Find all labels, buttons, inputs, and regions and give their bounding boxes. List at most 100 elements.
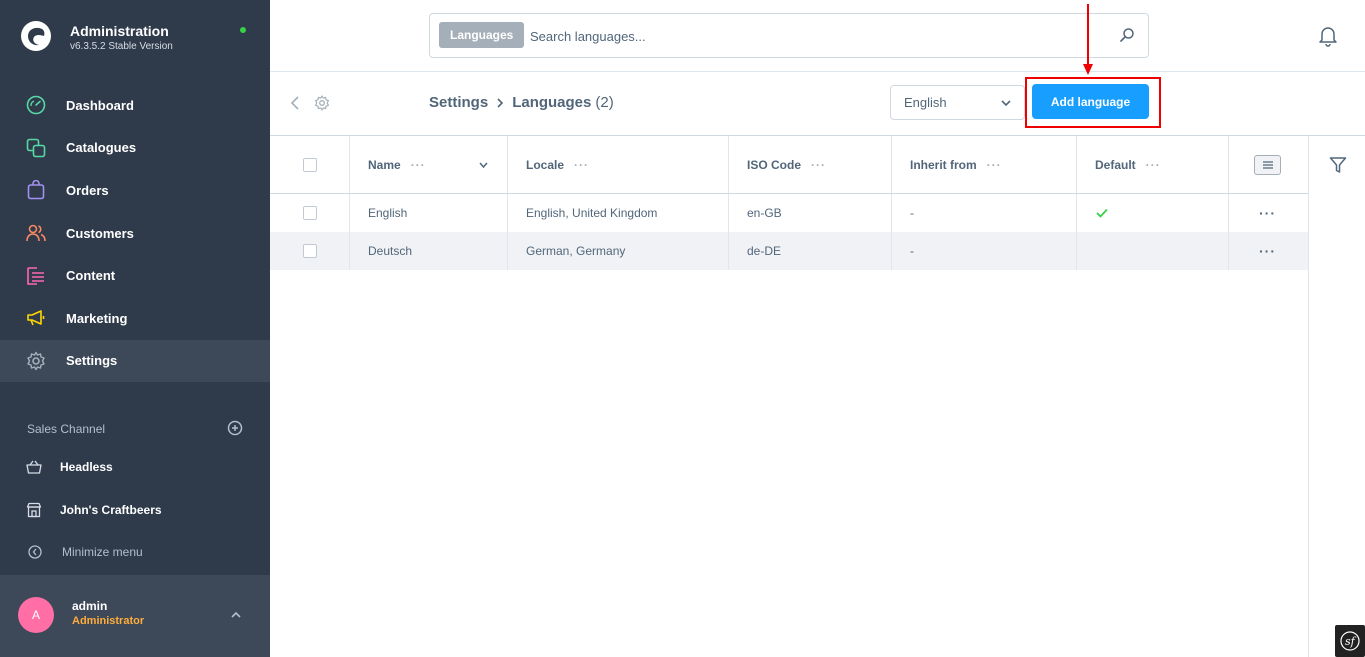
top-bar: Languages: [270, 0, 1365, 72]
breadcrumb-parent[interactable]: Settings: [429, 94, 488, 111]
sidebar-item-customers[interactable]: Customers: [0, 212, 270, 255]
add-language-button[interactable]: Add language: [1032, 84, 1149, 119]
sidebar-item-content[interactable]: Content: [0, 254, 270, 297]
svg-text:sf: sf: [1345, 635, 1357, 648]
sales-channel-label: John's Craftbeers: [60, 503, 162, 517]
shopping-bag-icon: [26, 180, 46, 200]
cog-icon[interactable]: [314, 95, 330, 111]
products-icon: [26, 138, 46, 158]
sidebar-item-dashboard[interactable]: Dashboard: [0, 84, 270, 127]
sidebar-item-settings[interactable]: Settings: [0, 339, 270, 383]
sales-channel-item-headless[interactable]: Headless: [26, 457, 113, 477]
bell-icon[interactable]: [1318, 25, 1338, 47]
search-type-tag[interactable]: Languages: [439, 22, 525, 48]
sidebar-item-label: Marketing: [66, 310, 128, 326]
cell-iso-code: de-DE: [747, 244, 782, 258]
checkmark-icon: [1096, 208, 1108, 218]
column-header-label: Name: [368, 157, 401, 172]
chevron-up-icon[interactable]: [230, 609, 242, 621]
symfony-toolbar-icon[interactable]: sf: [1335, 625, 1365, 657]
column-menu-icon[interactable]: ···: [811, 158, 826, 172]
sidebar-item-label: Dashboard: [66, 97, 134, 113]
shopware-logo-icon[interactable]: [20, 20, 52, 52]
row-actions-button[interactable]: ···: [1259, 194, 1276, 232]
language-select-value: English: [904, 95, 947, 110]
column-header-name[interactable]: Name ···: [368, 136, 426, 193]
column-header-default[interactable]: Default ···: [1095, 136, 1161, 193]
column-header-inherit-from[interactable]: Inherit from ···: [910, 136, 1002, 193]
minimize-menu-button[interactable]: Minimize menu: [28, 545, 143, 559]
grid-settings-button[interactable]: [1254, 155, 1281, 175]
breadcrumb-current: Languages: [512, 94, 592, 111]
sidebar-item-label: Customers: [66, 225, 134, 241]
users-icon: [26, 223, 46, 243]
breadcrumb-count: (2): [595, 94, 614, 111]
table-row[interactable]: English English, United Kingdom en-GB - …: [270, 194, 1308, 232]
user-role: Administrator: [72, 615, 145, 627]
minimize-menu-label: Minimize menu: [62, 545, 143, 559]
sidebar-item-marketing[interactable]: Marketing: [0, 297, 270, 340]
status-indicator: [240, 27, 246, 33]
breadcrumb: Settings Languages (2): [429, 94, 614, 111]
cell-name[interactable]: Deutsch: [368, 232, 412, 270]
user-panel[interactable]: A admin Administrator: [0, 575, 270, 657]
language-grid: Name ··· Locale ··· ISO Code ··· Inherit fr…: [270, 136, 1308, 270]
list-icon: [1262, 161, 1273, 169]
column-menu-icon[interactable]: ···: [574, 158, 589, 172]
sidebar-item-catalogues[interactable]: Catalogues: [0, 127, 270, 170]
cell-inherit-from: -: [910, 244, 914, 258]
cog-icon: [26, 351, 46, 371]
content-icon: [26, 266, 46, 286]
language-select[interactable]: English: [890, 85, 1025, 120]
gauge-icon: [26, 95, 46, 115]
search-bar[interactable]: Languages: [429, 13, 1149, 58]
main-nav: Dashboard Catalogues Orders Customers Co…: [0, 84, 270, 383]
column-menu-icon[interactable]: ···: [1146, 158, 1161, 172]
sales-channel-item-storefront[interactable]: John's Craftbeers: [26, 500, 162, 520]
smart-bar: Settings Languages (2) English Add langu…: [270, 72, 1365, 136]
basket-icon: [26, 459, 42, 475]
column-header-label: Inherit from: [910, 157, 977, 172]
user-name: admin: [72, 599, 108, 613]
grid-header: Name ··· Locale ··· ISO Code ··· Inherit fr…: [270, 136, 1308, 194]
megaphone-icon: [26, 308, 46, 328]
table-row[interactable]: Deutsch German, Germany de-DE - ···: [270, 232, 1308, 270]
add-sales-channel-icon[interactable]: [227, 420, 243, 436]
storefront-icon: [26, 502, 42, 518]
column-header-locale[interactable]: Locale ···: [526, 136, 589, 193]
search-icon[interactable]: [1119, 27, 1135, 43]
row-checkbox[interactable]: [303, 206, 317, 220]
column-header-label: Locale: [526, 157, 565, 172]
filter-icon[interactable]: [1329, 156, 1347, 174]
sidebar-item-label: Catalogues: [66, 140, 137, 156]
sidebar-item-label: Orders: [66, 182, 109, 198]
avatar: A: [18, 597, 54, 633]
chevron-left-circle-icon: [28, 545, 42, 559]
column-header-iso-code[interactable]: ISO Code ···: [747, 136, 826, 193]
chevron-down-icon: [1001, 100, 1011, 107]
brand-title: Administration: [70, 23, 169, 39]
cell-locale: English, United Kingdom: [526, 206, 658, 220]
column-menu-icon[interactable]: ···: [411, 158, 426, 172]
sort-chevron-down-icon[interactable]: [479, 162, 488, 168]
sales-channel-label: Headless: [60, 460, 113, 474]
search-input[interactable]: [530, 24, 1090, 48]
more-icon: ···: [1259, 205, 1276, 221]
row-checkbox[interactable]: [303, 244, 317, 258]
brand: Administration v6.3.5.2 Stable Version: [0, 0, 270, 70]
chevron-right-icon: [497, 97, 504, 108]
row-actions-button[interactable]: ···: [1259, 232, 1276, 270]
sidebar-item-orders[interactable]: Orders: [0, 169, 270, 212]
select-all-checkbox[interactable]: [303, 157, 317, 172]
column-menu-icon[interactable]: ···: [987, 158, 1002, 172]
cell-default: [1095, 194, 1109, 232]
cell-iso-code: en-GB: [747, 206, 782, 220]
cell-inherit-from: -: [910, 206, 914, 220]
sales-channel-header: Sales Channel: [27, 420, 247, 436]
filter-sidebar: [1308, 136, 1365, 657]
sales-channel-title: Sales Channel: [27, 422, 106, 436]
sidebar: Administration v6.3.5.2 Stable Version D…: [0, 0, 270, 657]
cell-name[interactable]: English: [368, 194, 407, 232]
chevron-left-icon[interactable]: [289, 95, 301, 111]
sidebar-item-label: Settings: [66, 353, 118, 369]
